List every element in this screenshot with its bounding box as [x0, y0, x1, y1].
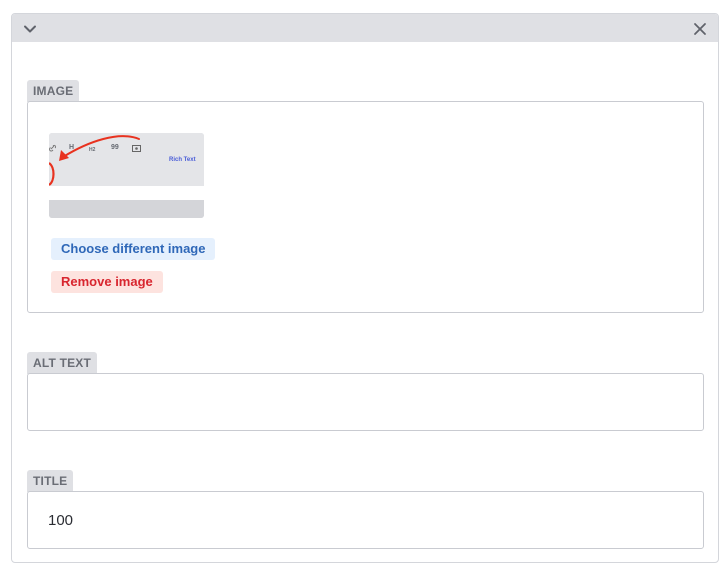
- annotation-arrow-icon: [49, 135, 140, 186]
- title-field-label: TITLE: [27, 470, 74, 492]
- collapse-button[interactable]: [20, 19, 40, 39]
- title-input[interactable]: [28, 492, 703, 548]
- image-field-label: IMAGE: [27, 80, 80, 102]
- choose-different-image-button[interactable]: Choose different image: [51, 238, 216, 260]
- remove-image-button[interactable]: Remove image: [51, 271, 163, 293]
- alt-text-field-box: [27, 373, 704, 431]
- alt-text-input[interactable]: [28, 374, 703, 430]
- close-icon: [694, 23, 706, 35]
- image-field-box: H H2 99 Rich Text Choose different image…: [27, 101, 704, 313]
- alt-text-field-label: ALT TEXT: [27, 352, 98, 374]
- panel-header: [12, 14, 718, 42]
- block-panel: IMAGE H H2 99 Rich Text Choose different…: [11, 13, 719, 563]
- image-thumbnail[interactable]: H H2 99 Rich Text: [49, 133, 204, 218]
- close-button[interactable]: [690, 19, 710, 39]
- chevron-down-icon: [24, 25, 36, 33]
- title-field-box: [27, 491, 704, 549]
